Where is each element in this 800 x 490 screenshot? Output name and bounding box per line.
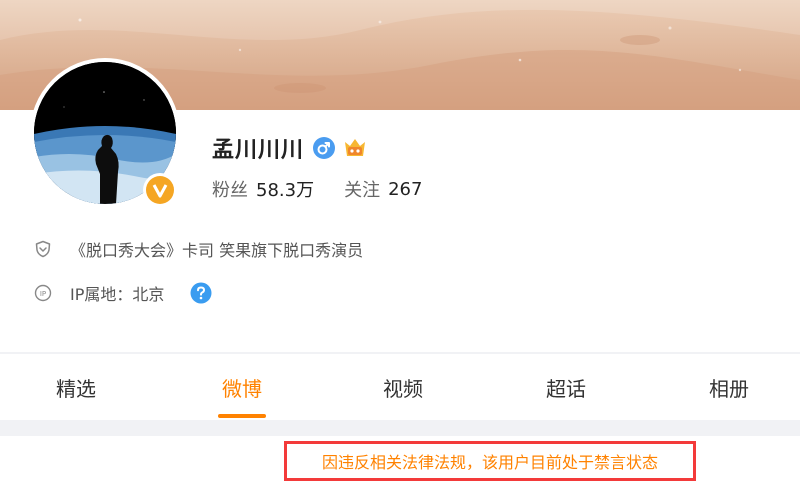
help-icon[interactable] xyxy=(190,282,212,304)
profile-tabs: 精选 微博 视频 超话 相册 xyxy=(0,354,800,420)
following-count[interactable]: 267 xyxy=(388,179,422,200)
tab-album[interactable]: 相册 xyxy=(697,354,761,420)
active-tab-indicator xyxy=(218,414,266,418)
svg-text:IP: IP xyxy=(40,290,46,298)
user-name: 孟川川川 xyxy=(212,138,305,163)
fans-label[interactable]: 粉丝 xyxy=(212,176,248,202)
ip-location-text: IP属地：北京 xyxy=(70,285,165,304)
male-icon xyxy=(312,136,336,160)
verified-v-icon xyxy=(152,184,168,198)
ban-notice-text: 因违反相关法律法规，该用户目前处于禁言状态 xyxy=(321,453,658,472)
certification-row: 《脱口秀大会》卡司 笑果旗下脱口秀演员 xyxy=(34,236,363,262)
tab-featured[interactable]: 精选 xyxy=(44,354,108,420)
vip-member-icon[interactable] xyxy=(342,136,368,160)
ip-icon: IP xyxy=(34,284,52,302)
certification-text: 《脱口秀大会》卡司 笑果旗下脱口秀演员 xyxy=(70,241,364,260)
ban-notice: 因违反相关法律法规，该用户目前处于禁言状态 xyxy=(284,441,696,481)
fans-count[interactable]: 58.3万 xyxy=(256,176,314,202)
verified-badge xyxy=(143,173,177,207)
tab-weibo[interactable]: 微博 xyxy=(210,354,274,420)
following-label[interactable]: 关注 xyxy=(344,176,380,202)
name-row: 孟川川川 xyxy=(212,132,368,164)
stats-row: 粉丝 58.3万 关注 267 xyxy=(212,175,422,203)
tab-video[interactable]: 视频 xyxy=(371,354,435,420)
tab-super-topic[interactable]: 超话 xyxy=(534,354,598,420)
shield-icon xyxy=(34,240,52,258)
ip-location-row: IP IP属地：北京 xyxy=(34,280,212,306)
profile-page: 孟川川川 粉丝 58.3万 关注 267 《脱口秀大会》卡司 笑果旗下脱口秀演员… xyxy=(0,0,800,490)
